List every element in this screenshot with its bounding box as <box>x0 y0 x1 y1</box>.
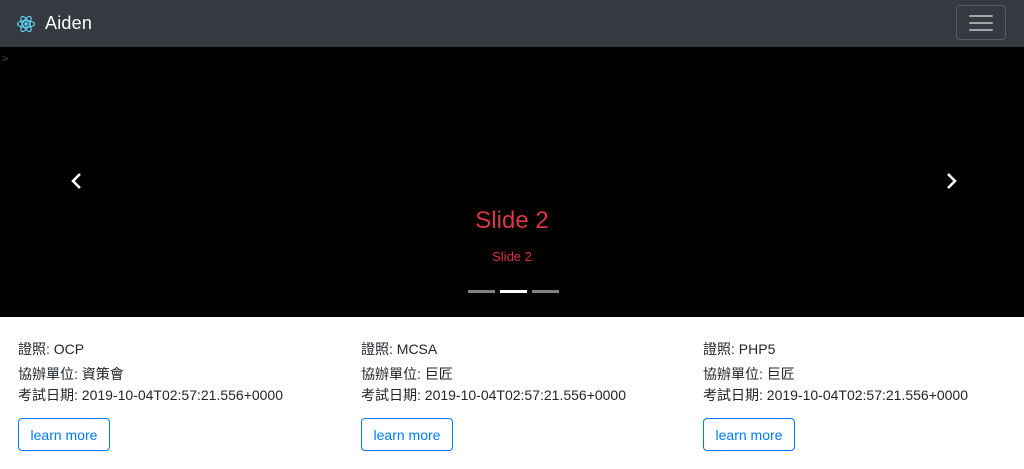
carousel-indicator-1[interactable] <box>468 290 495 293</box>
brand-name: Aiden <box>45 13 93 33</box>
cert-name: 證照: OCP <box>18 341 85 357</box>
cert-name: 證照: PHP5 <box>703 341 776 357</box>
cert-organizer: 協辦單位: 巨匠 <box>361 366 453 382</box>
hamburger-menu-icon <box>969 14 993 31</box>
carousel-caption-text: Slide 2 <box>492 249 532 264</box>
carousel-indicators <box>468 290 564 293</box>
carousel: > Slide 2 Slide 2 <box>0 47 1024 317</box>
cert-exam-date: 考試日期: 2019-10-04T02:57:21.556+0000 <box>18 387 284 403</box>
stray-text: > <box>2 52 9 65</box>
carousel-indicator-2[interactable] <box>500 290 527 293</box>
chevron-left-icon <box>71 173 81 189</box>
brand-link[interactable]: Aiden <box>16 13 92 34</box>
navbar: Aiden <box>0 0 1024 47</box>
chevron-right-icon <box>947 173 957 189</box>
carousel-caption-title: Slide 2 <box>475 207 549 234</box>
cert-exam-date: 考試日期: 2019-10-04T02:57:21.556+0000 <box>361 387 627 403</box>
certificate-cards: 證照: OCP 協辦單位: 資策會 考試日期: 2019-10-04T02:57… <box>0 317 1024 469</box>
cert-exam-date: 考試日期: 2019-10-04T02:57:21.556+0000 <box>703 387 969 403</box>
learn-more-button[interactable]: learn more <box>361 418 453 451</box>
carousel-prev-button[interactable] <box>65 169 89 193</box>
cert-organizer: 協辦單位: 巨匠 <box>703 366 795 382</box>
navbar-toggler-button[interactable] <box>956 5 1006 40</box>
learn-more-button[interactable]: learn more <box>703 418 795 451</box>
carousel-next-button[interactable] <box>939 169 963 193</box>
carousel-indicator-3[interactable] <box>532 290 559 293</box>
cert-organizer: 協辦單位: 資策會 <box>18 366 124 382</box>
cert-name: 證照: MCSA <box>361 341 438 357</box>
react-atom-icon <box>16 15 36 32</box>
learn-more-button[interactable]: learn more <box>18 418 110 451</box>
